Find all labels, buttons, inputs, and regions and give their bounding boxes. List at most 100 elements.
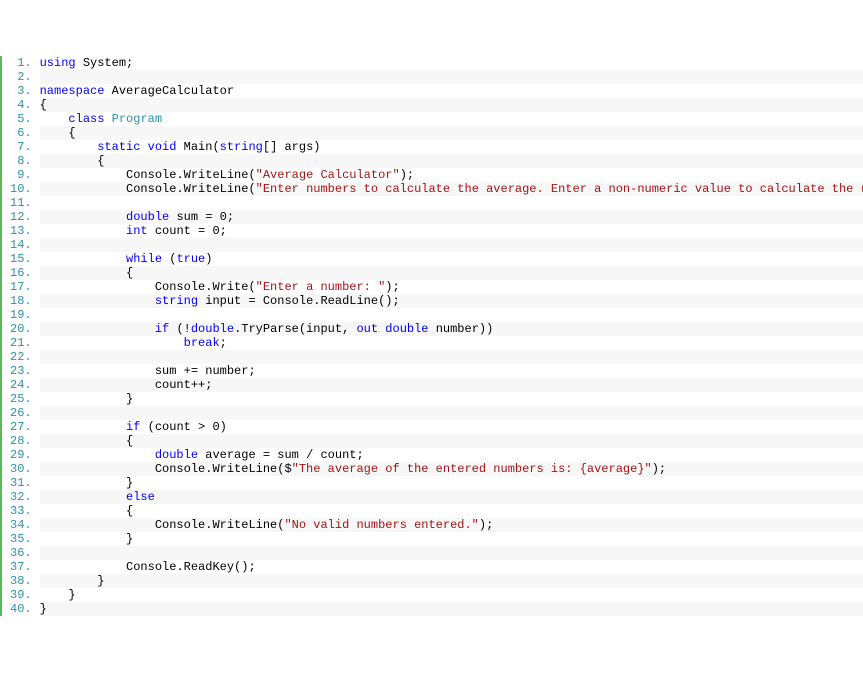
token-plain: Main( <box>184 140 220 154</box>
code-line: else <box>40 490 863 504</box>
line-number: 10 <box>10 182 32 196</box>
token-plain: } <box>97 574 104 588</box>
token-plain: input = Console.ReadLine(); <box>205 294 399 308</box>
line-number: 8 <box>10 154 32 168</box>
token-plain: } <box>126 476 133 490</box>
line-number: 11 <box>10 196 32 210</box>
token-kw: double <box>155 448 205 462</box>
code-line <box>40 70 863 84</box>
token-plain: ); <box>479 518 493 532</box>
code-line: Console.WriteLine("Enter numbers to calc… <box>40 182 863 196</box>
line-number: 33 <box>10 504 32 518</box>
code-line <box>40 350 863 364</box>
code-line: { <box>40 504 863 518</box>
token-plain: } <box>126 532 133 546</box>
token-plain: ) <box>205 252 212 266</box>
line-number: 17 <box>10 280 32 294</box>
line-number: 20 <box>10 322 32 336</box>
token-plain: (! <box>176 322 190 336</box>
token-kw: out double <box>356 322 435 336</box>
code-line: } <box>40 476 863 490</box>
token-plain: System; <box>83 56 133 70</box>
token-plain: ); <box>385 280 399 294</box>
code-line: { <box>40 98 863 112</box>
code-line <box>40 238 863 252</box>
token-str: "Average Calculator" <box>256 168 400 182</box>
line-number: 31 <box>10 476 32 490</box>
code-line: } <box>40 588 863 602</box>
code-line <box>40 308 863 322</box>
line-number: 40 <box>10 602 32 616</box>
line-number: 7 <box>10 140 32 154</box>
line-number: 12 <box>10 210 32 224</box>
token-plain: Console.WriteLine( <box>126 182 256 196</box>
token-plain: ); <box>652 462 666 476</box>
token-plain: .TryParse(input, <box>234 322 356 336</box>
code-line: Console.WriteLine("No valid numbers ente… <box>40 518 863 532</box>
code-area: using System;namespace AverageCalculator… <box>36 56 863 616</box>
token-plain: number)) <box>436 322 494 336</box>
code-line: int count = 0; <box>40 224 863 238</box>
line-number: 26 <box>10 406 32 420</box>
token-kw: if <box>155 322 177 336</box>
code-line: { <box>40 126 863 140</box>
line-number: 38 <box>10 574 32 588</box>
code-line: double average = sum / count; <box>40 448 863 462</box>
code-line: } <box>40 532 863 546</box>
line-number: 34 <box>10 518 32 532</box>
token-kw: int <box>126 224 155 238</box>
code-line: { <box>40 266 863 280</box>
token-plain: (count > 0) <box>148 420 227 434</box>
line-number: 21 <box>10 336 32 350</box>
line-number: 36 <box>10 546 32 560</box>
line-number: 16 <box>10 266 32 280</box>
code-line: } <box>40 574 863 588</box>
code-line: Console.ReadKey(); <box>40 560 863 574</box>
code-line: if (!double.TryParse(input, out double n… <box>40 322 863 336</box>
token-plain: sum = 0; <box>176 210 234 224</box>
line-number: 2 <box>10 70 32 84</box>
token-str: "Enter numbers to calculate the average.… <box>256 182 863 196</box>
line-number: 18 <box>10 294 32 308</box>
token-plain: } <box>68 588 75 602</box>
token-kw: string <box>155 294 205 308</box>
token-plain: Console.WriteLine( <box>126 168 256 182</box>
token-plain: { <box>97 154 104 168</box>
code-line <box>40 196 863 210</box>
line-number: 27 <box>10 420 32 434</box>
line-number: 25 <box>10 392 32 406</box>
code-line: if (count > 0) <box>40 420 863 434</box>
token-plain: } <box>126 392 133 406</box>
token-kw: using <box>40 56 83 70</box>
token-plain: { <box>40 98 47 112</box>
line-number: 13 <box>10 224 32 238</box>
line-number: 19 <box>10 308 32 322</box>
token-kw: namespace <box>40 84 112 98</box>
code-line <box>40 406 863 420</box>
line-number: 23 <box>10 364 32 378</box>
line-number: 15 <box>10 252 32 266</box>
token-str: "Enter a number: " <box>256 280 386 294</box>
code-line: static void Main(string[] args) <box>40 140 863 154</box>
token-plain: Console.WriteLine( <box>155 518 285 532</box>
token-plain: Console.WriteLine($ <box>155 462 292 476</box>
token-kw: break <box>184 336 220 350</box>
code-line: Console.WriteLine($"The average of the e… <box>40 462 863 476</box>
token-plain: ; <box>220 336 227 350</box>
line-number: 32 <box>10 490 32 504</box>
code-line: using System; <box>40 56 863 70</box>
token-plain: average = sum / count; <box>205 448 363 462</box>
line-number: 3 <box>10 84 32 98</box>
token-kw: double <box>126 210 176 224</box>
token-plain: sum += number; <box>155 364 256 378</box>
line-number: 1 <box>10 56 32 70</box>
token-kw: double <box>191 322 234 336</box>
code-line <box>40 546 863 560</box>
code-line: string input = Console.ReadLine(); <box>40 294 863 308</box>
line-number: 30 <box>10 462 32 476</box>
token-kw: static void <box>97 140 183 154</box>
token-plain: count = 0; <box>155 224 227 238</box>
line-number: 5 <box>10 112 32 126</box>
token-plain: Console.ReadKey(); <box>126 560 256 574</box>
code-line: Console.WriteLine("Average Calculator"); <box>40 168 863 182</box>
